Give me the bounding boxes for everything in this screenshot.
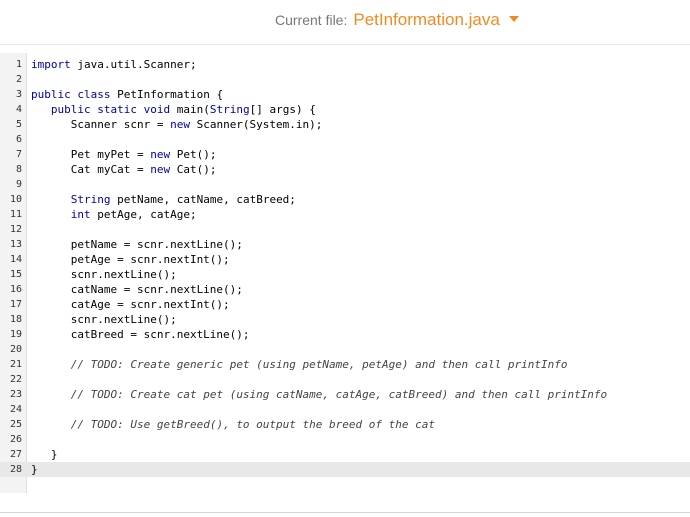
line-number: 25 (9, 419, 22, 430)
code-text[interactable]: int petAge, catAge; (31, 207, 197, 222)
line-number: 22 (9, 374, 22, 385)
line-number: 8 (15, 164, 22, 175)
line-number: 21 (9, 359, 22, 370)
line-number: 28 (9, 464, 22, 475)
code-text[interactable]: catBreed = scnr.nextLine(); (31, 327, 250, 342)
line-number: 11 (9, 209, 22, 220)
line-number: 2 (15, 74, 22, 85)
line-number: 27 (9, 449, 22, 460)
code-line[interactable]: 7 Pet myPet = new Pet(); (0, 147, 690, 162)
code-text[interactable]: public static void main(String[] args) { (31, 102, 316, 117)
code-text[interactable]: } (31, 462, 38, 477)
line-number: 14 (9, 254, 22, 265)
code-line[interactable]: 25 // TODO: Use getBreed(), to output th… (0, 417, 690, 432)
line-number: 19 (9, 329, 22, 340)
editor-bottom-divider (0, 512, 690, 513)
code-text[interactable]: // TODO: Create generic pet (using petNa… (31, 357, 568, 372)
code-line[interactable]: 24 (0, 402, 690, 417)
code-text[interactable]: catAge = scnr.nextInt(); (31, 297, 230, 312)
code-text[interactable]: // TODO: Use getBreed(), to output the b… (31, 417, 435, 432)
code-line[interactable]: 2 (0, 72, 690, 87)
code-text[interactable]: String petName, catName, catBreed; (31, 192, 296, 207)
code-line[interactable]: 1 import java.util.Scanner; (0, 57, 690, 72)
code-line[interactable]: 11 int petAge, catAge; (0, 207, 690, 222)
code-line[interactable]: 23 // TODO: Create cat pet (using catNam… (0, 387, 690, 402)
code-line[interactable]: 16 catName = scnr.nextLine(); (0, 282, 690, 297)
code-text[interactable]: Scanner scnr = new Scanner(System.in); (31, 117, 323, 132)
code-text[interactable]: } (31, 447, 58, 462)
code-text[interactable]: import java.util.Scanner; (31, 57, 197, 72)
chevron-down-icon[interactable] (508, 16, 519, 22)
line-number: 7 (15, 149, 22, 160)
code-line[interactable]: 4 public static void main(String[] args)… (0, 102, 690, 117)
line-number: 1 (15, 59, 22, 70)
code-text[interactable]: public class PetInformation { (31, 87, 223, 102)
line-number: 5 (15, 119, 22, 130)
line-number: 12 (9, 224, 22, 235)
code-editor[interactable]: 1 import java.util.Scanner; 2 3 public class… (0, 53, 690, 493)
line-number: 6 (15, 134, 22, 145)
code-text[interactable]: petName = scnr.nextLine(); (31, 237, 243, 252)
code-line[interactable]: 6 (0, 132, 690, 147)
line-number: 15 (9, 269, 22, 280)
code-line[interactable]: 17 catAge = scnr.nextInt(); (0, 297, 690, 312)
code-line[interactable]: 18 scnr.nextLine(); (0, 312, 690, 327)
line-number: 16 (9, 284, 22, 295)
code-line[interactable]: 10 String petName, catName, catBreed; (0, 192, 690, 207)
code-line[interactable]: 14 petAge = scnr.nextInt(); (0, 252, 690, 267)
line-number: 20 (9, 344, 22, 355)
line-number: 26 (9, 434, 22, 445)
code-line[interactable]: 28} (0, 462, 690, 477)
line-number: 9 (15, 179, 22, 190)
line-number: 3 (15, 89, 22, 100)
code-line[interactable]: 8 Cat myCat = new Cat(); (0, 162, 690, 177)
file-header: Current file: PetInformation.java (0, 0, 690, 45)
code-line[interactable]: 27 } (0, 447, 690, 462)
line-number: 4 (15, 104, 22, 115)
code-line[interactable]: 3 public class PetInformation { (0, 87, 690, 102)
code-line[interactable]: 15 scnr.nextLine(); (0, 267, 690, 282)
code-line[interactable]: 26 (0, 432, 690, 447)
code-line[interactable]: 12 (0, 222, 690, 237)
current-file-label: Current file: (275, 12, 348, 28)
code-text[interactable]: Cat myCat = new Cat(); (31, 162, 217, 177)
code-text[interactable]: // TODO: Create cat pet (using catName, … (31, 387, 607, 402)
line-number: 17 (9, 299, 22, 310)
code-text[interactable]: Pet myPet = new Pet(); (31, 147, 217, 162)
code-text[interactable]: petAge = scnr.nextInt(); (31, 252, 230, 267)
code-text[interactable]: scnr.nextLine(); (31, 267, 177, 282)
current-file-name[interactable]: PetInformation.java (353, 10, 499, 30)
code-line[interactable]: 22 (0, 372, 690, 387)
code-line[interactable]: 5 Scanner scnr = new Scanner(System.in); (0, 117, 690, 132)
code-line[interactable]: 9 (0, 177, 690, 192)
code-line[interactable]: 20 (0, 342, 690, 357)
current-file-selector[interactable]: Current file: PetInformation.java (275, 10, 519, 30)
line-number: 24 (9, 404, 22, 415)
code-line[interactable]: 21 // TODO: Create generic pet (using pe… (0, 357, 690, 372)
code-text[interactable]: catName = scnr.nextLine(); (31, 282, 243, 297)
line-number: 18 (9, 314, 22, 325)
line-number: 10 (9, 194, 22, 205)
code-line[interactable]: 19 catBreed = scnr.nextLine(); (0, 327, 690, 342)
line-number: 23 (9, 389, 22, 400)
code-line[interactable]: 13 petName = scnr.nextLine(); (0, 237, 690, 252)
code-text[interactable]: scnr.nextLine(); (31, 312, 177, 327)
line-number: 13 (9, 239, 22, 250)
